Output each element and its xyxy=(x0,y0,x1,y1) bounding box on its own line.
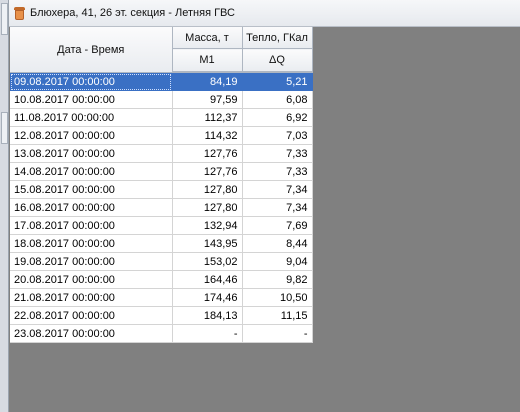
cell-mass[interactable]: 132,94 xyxy=(172,216,243,235)
cell-datetime[interactable]: 18.08.2017 00:00:00 xyxy=(10,234,173,253)
cell-mass[interactable]: 127,80 xyxy=(172,198,243,217)
column-subheader-mass[interactable]: M1 xyxy=(172,48,243,72)
cell-mass[interactable]: 127,80 xyxy=(172,180,243,199)
cell-mass[interactable]: 164,46 xyxy=(172,270,243,289)
cell-mass[interactable]: 184,13 xyxy=(172,306,243,325)
cell-datetime[interactable]: 20.08.2017 00:00:00 xyxy=(10,270,173,289)
cell-mass[interactable]: - xyxy=(172,324,243,343)
cell-heat[interactable]: - xyxy=(242,324,313,343)
table-row[interactable]: 18.08.2017 00:00:00 143,95 8,44 xyxy=(10,234,313,253)
cell-heat[interactable]: 6,92 xyxy=(242,108,313,127)
cell-heat[interactable]: 7,34 xyxy=(242,180,313,199)
cell-heat[interactable]: 6,08 xyxy=(242,90,313,109)
cell-datetime[interactable]: 13.08.2017 00:00:00 xyxy=(10,144,173,163)
cell-heat[interactable]: 8,44 xyxy=(242,234,313,253)
cell-datetime[interactable]: 09.08.2017 00:00:00 xyxy=(10,72,173,91)
cell-heat[interactable]: 7,69 xyxy=(242,216,313,235)
table-row[interactable]: 19.08.2017 00:00:00 153,02 9,04 xyxy=(10,252,313,271)
cell-heat[interactable]: 5,21 xyxy=(242,72,313,91)
column-subheader-heat[interactable]: ΔQ xyxy=(242,48,313,72)
dock-tab[interactable] xyxy=(1,112,8,144)
table-row[interactable]: 10.08.2017 00:00:00 97,59 6,08 xyxy=(10,90,313,109)
column-header-mass[interactable]: Масса, т xyxy=(172,27,243,50)
cell-datetime[interactable]: 16.08.2017 00:00:00 xyxy=(10,198,173,217)
cell-datetime[interactable]: 17.08.2017 00:00:00 xyxy=(10,216,173,235)
cell-mass[interactable]: 114,32 xyxy=(172,126,243,145)
table-row[interactable]: 23.08.2017 00:00:00- - xyxy=(10,324,313,343)
cell-heat[interactable]: 7,33 xyxy=(242,144,313,163)
table-row[interactable]: 13.08.2017 00:00:00 127,76 7,33 xyxy=(10,144,313,163)
table-row[interactable]: 12.08.2017 00:00:00 114,32 7,03 xyxy=(10,126,313,145)
table-row[interactable]: 22.08.2017 00:00:00 184,13 11,15 xyxy=(10,306,313,325)
cell-heat[interactable]: 7,34 xyxy=(242,198,313,217)
window-title: Блюхера, 41, 26 эт. секция - Летняя ГВС xyxy=(30,7,235,19)
cell-mass[interactable]: 174,46 xyxy=(172,288,243,307)
column-header-heat[interactable]: Тепло, ГКал xyxy=(242,27,313,50)
cell-mass[interactable]: 143,95 xyxy=(172,234,243,253)
cell-heat[interactable]: 7,33 xyxy=(242,162,313,181)
cell-datetime[interactable]: 23.08.2017 00:00:00 xyxy=(10,324,173,343)
cell-mass[interactable]: 127,76 xyxy=(172,144,243,163)
table-row[interactable]: 14.08.2017 00:00:00 127,76 7,33 xyxy=(10,162,313,181)
table-row[interactable]: 11.08.2017 00:00:00 112,37 6,92 xyxy=(10,108,313,127)
left-dock-strip xyxy=(0,0,9,412)
cell-datetime[interactable]: 12.08.2017 00:00:00 xyxy=(10,126,173,145)
cell-heat[interactable]: 9,04 xyxy=(242,252,313,271)
dock-tab[interactable] xyxy=(1,3,8,35)
cell-heat[interactable]: 10,50 xyxy=(242,288,313,307)
cell-mass[interactable]: 153,02 xyxy=(172,252,243,271)
cell-mass[interactable]: 84,19 xyxy=(172,72,243,91)
cell-datetime[interactable]: 19.08.2017 00:00:00 xyxy=(10,252,173,271)
cell-heat[interactable]: 7,03 xyxy=(242,126,313,145)
cell-datetime[interactable]: 11.08.2017 00:00:00 xyxy=(10,108,173,127)
cell-datetime[interactable]: 15.08.2017 00:00:00 xyxy=(10,180,173,199)
cell-mass[interactable]: 112,37 xyxy=(172,108,243,127)
cell-datetime[interactable]: 21.08.2017 00:00:00 xyxy=(10,288,173,307)
cell-datetime[interactable]: 22.08.2017 00:00:00 xyxy=(10,306,173,325)
cup-icon xyxy=(14,6,25,20)
cell-heat[interactable]: 9,82 xyxy=(242,270,313,289)
table-row[interactable]: 16.08.2017 00:00:00 127,80 7,34 xyxy=(10,198,313,217)
table-row[interactable]: 09.08.2017 00:00:00 84,19 5,21 xyxy=(10,72,313,91)
readings-table: Дата - Время Масса, т Тепло, ГКал M1 ΔQ … xyxy=(10,27,313,343)
table-row[interactable]: 20.08.2017 00:00:00 164,46 9,82 xyxy=(10,270,313,289)
column-header-datetime[interactable]: Дата - Время xyxy=(10,27,173,73)
table-row[interactable]: 17.08.2017 00:00:00 132,94 7,69 xyxy=(10,216,313,235)
table-body: 09.08.2017 00:00:00 84,19 5,21 10.08.2017 0… xyxy=(10,72,313,343)
cell-mass[interactable]: 97,59 xyxy=(172,90,243,109)
cell-datetime[interactable]: 14.08.2017 00:00:00 xyxy=(10,162,173,181)
table-row[interactable]: 21.08.2017 00:00:00 174,46 10,50 xyxy=(10,288,313,307)
cell-mass[interactable]: 127,76 xyxy=(172,162,243,181)
cell-heat[interactable]: 11,15 xyxy=(242,306,313,325)
cell-datetime[interactable]: 10.08.2017 00:00:00 xyxy=(10,90,173,109)
table-row[interactable]: 15.08.2017 00:00:00 127,80 7,34 xyxy=(10,180,313,199)
document-title-bar: Блюхера, 41, 26 эт. секция - Летняя ГВС xyxy=(9,0,520,27)
data-grid[interactable]: Дата - Время Масса, т Тепло, ГКал M1 ΔQ … xyxy=(10,27,313,343)
